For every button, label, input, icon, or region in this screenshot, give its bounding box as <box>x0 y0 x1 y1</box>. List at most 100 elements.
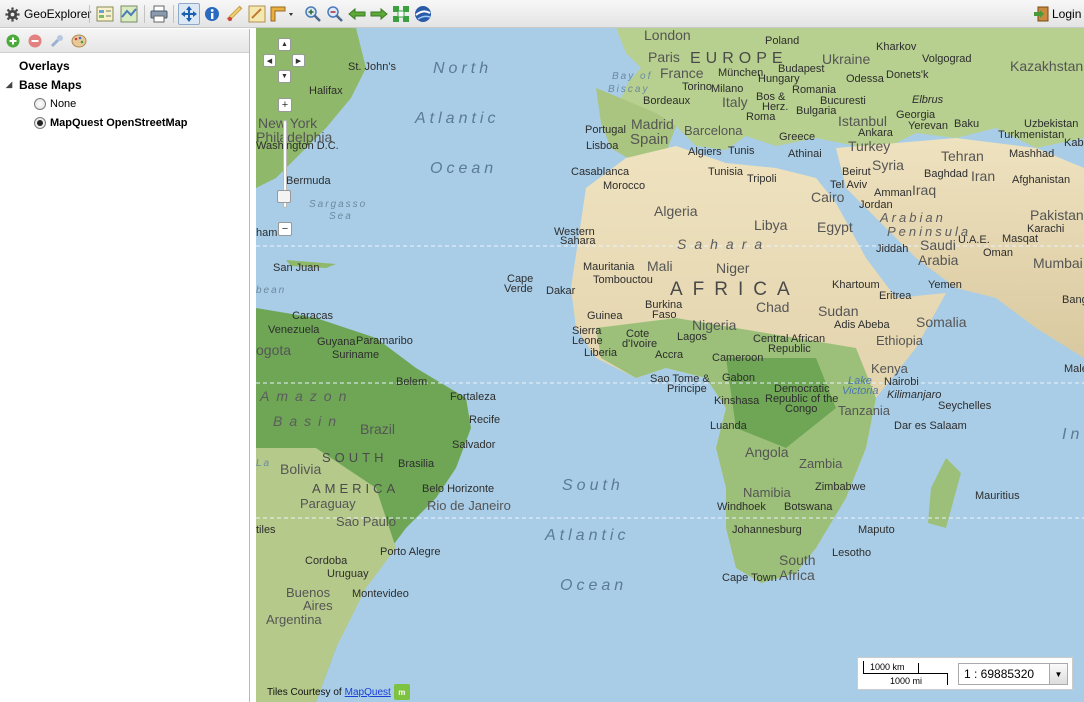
top-toolbar: GeoExplorer Login <box>0 0 1084 28</box>
overlays-node[interactable]: Overlays <box>0 56 249 75</box>
layer-item-mapquest-osm[interactable]: MapQuest OpenStreetMap <box>0 113 249 132</box>
base-maps-label: Base Maps <box>19 77 82 92</box>
layer-properties-button[interactable] <box>94 3 116 25</box>
measure-length-button[interactable] <box>224 3 246 25</box>
label-khartoum: Khartoum <box>832 279 880 291</box>
scale-bar <box>863 673 948 674</box>
label-baghdad: Baghdad <box>924 168 969 180</box>
add-layer-button[interactable] <box>5 33 21 49</box>
label-pakistan: Pakistan <box>1030 207 1084 223</box>
label-argentina: Argentina <box>266 612 322 627</box>
zoom-to-extent-button[interactable] <box>390 3 412 25</box>
label-biscay: Biscay <box>608 84 650 95</box>
zoom-in-button[interactable] <box>302 3 324 25</box>
label-cordoba: Cordoba <box>305 555 348 567</box>
label-london: London <box>644 28 691 43</box>
layer-label: MapQuest OpenStreetMap <box>50 116 188 129</box>
feature-info-button[interactable] <box>201 3 223 25</box>
scale-km-label: 1000 km <box>870 662 905 672</box>
base-maps-node[interactable]: ◢ Base Maps <box>0 75 249 94</box>
add-icon <box>6 34 20 47</box>
previous-extent-button[interactable] <box>346 3 368 25</box>
measure-dropdown[interactable] <box>268 3 296 25</box>
label-johannesburg: Johannesburg <box>732 524 802 536</box>
label-caracas: Caracas <box>292 310 333 322</box>
label-zimbabwe: Zimbabwe <box>815 481 866 493</box>
label-ocean: Ocean <box>430 160 498 177</box>
label-liberia: Liberia <box>584 347 618 359</box>
label-lisboa: Lisboa <box>586 140 619 152</box>
label-lagos: Lagos <box>677 331 707 343</box>
scale-mi-label: 1000 mi <box>890 676 923 686</box>
label-torino: Torino <box>682 81 712 93</box>
label-mauritius: Mauritius <box>975 490 1020 502</box>
label-eritrea: Eritrea <box>879 290 912 302</box>
pan-up-button[interactable]: ▲ <box>278 38 291 51</box>
next-extent-button[interactable] <box>368 3 390 25</box>
label-tanzania: Tanzania <box>838 403 891 418</box>
label-car2: Republic <box>768 343 811 355</box>
label-atlantic-south: Atlantic <box>545 527 630 544</box>
pan-down-icon: ▼ <box>281 73 288 80</box>
label-tehran: Tehran <box>941 148 984 164</box>
zoom-slider-handle[interactable] <box>277 190 291 203</box>
expanded-arrow-icon[interactable]: ◢ <box>6 80 19 89</box>
label-algeria: Algeria <box>654 203 698 219</box>
label-principe: Principe <box>667 383 707 395</box>
radio-mapquest-osm[interactable] <box>34 116 46 129</box>
label-south-africa-2: Africa <box>779 567 815 583</box>
map-viewport[interactable]: London Paris EUROPE France Poland Kharko… <box>256 28 1084 702</box>
scale-selector[interactable]: 1 : 69885320 ▼ <box>958 663 1068 685</box>
label-gabon: Gabon <box>722 372 756 384</box>
map-zoom-out-button[interactable]: − <box>278 222 292 236</box>
map-zoom-in-button[interactable]: + <box>278 98 292 112</box>
print-button[interactable] <box>148 3 170 25</box>
label-western-sahara: Sahara <box>560 235 596 247</box>
chevron-down-icon[interactable]: ▼ <box>1049 664 1067 684</box>
label-bahamas: ham <box>256 227 278 239</box>
label-saudi: Saudi <box>920 237 956 253</box>
label-turkey: Turkey <box>848 138 891 154</box>
label-angola: Angola <box>745 444 789 460</box>
mapquest-link[interactable]: MapQuest <box>345 687 391 698</box>
label-ukraine: Ukraine <box>822 51 871 67</box>
label-amman: Amman <box>874 187 912 199</box>
layer-item-none[interactable]: None <box>0 94 249 113</box>
label-ocean-south: Ocean <box>560 577 628 594</box>
label-turkmenistan: Turkmenistan <box>998 129 1065 141</box>
zoom-out-icon <box>327 6 343 22</box>
pan-down-button[interactable]: ▼ <box>278 70 291 83</box>
styles-button[interactable] <box>118 3 140 25</box>
label-paris: Paris <box>648 49 680 65</box>
label-south-africa-1: South <box>779 552 816 568</box>
google-earth-button[interactable] <box>412 3 434 25</box>
radio-none[interactable] <box>34 97 46 110</box>
label-athinai: Athinai <box>788 148 822 160</box>
wrench-icon <box>50 34 63 47</box>
query-button[interactable] <box>246 3 268 25</box>
label-la: La <box>256 458 272 469</box>
remove-layer-button[interactable] <box>27 33 43 49</box>
label-male: Male <box>1064 363 1084 375</box>
layer-styles-button[interactable] <box>71 33 87 49</box>
label-algiers: Algiers <box>688 146 722 158</box>
app-menu[interactable]: GeoExplorer <box>5 3 91 25</box>
arrow-right-icon <box>370 7 388 21</box>
arrow-left-icon <box>348 7 366 21</box>
label-cameroon: Cameroon <box>712 352 764 364</box>
scale-control: 1000 km 1000 mi 1 : 69885320 ▼ <box>857 657 1073 690</box>
pan-right-button[interactable]: ▶ <box>292 54 305 67</box>
map-styles-icon <box>120 5 138 23</box>
pan-left-button[interactable]: ◀ <box>263 54 276 67</box>
label-spain: Spain <box>630 131 669 148</box>
pan-map-button[interactable] <box>178 3 200 25</box>
label-afghanistan: Afghanistan <box>1012 174 1071 186</box>
label-kenya: Kenya <box>871 361 908 376</box>
mapquest-logo-icon: m <box>393 684 410 700</box>
label-north: North <box>433 60 493 77</box>
gear-icon <box>5 6 20 22</box>
layer-properties-tool-button[interactable] <box>49 33 65 49</box>
zoom-out-button[interactable] <box>324 3 346 25</box>
login-button[interactable]: Login <box>1033 3 1081 25</box>
plus-icon: + <box>281 98 289 111</box>
